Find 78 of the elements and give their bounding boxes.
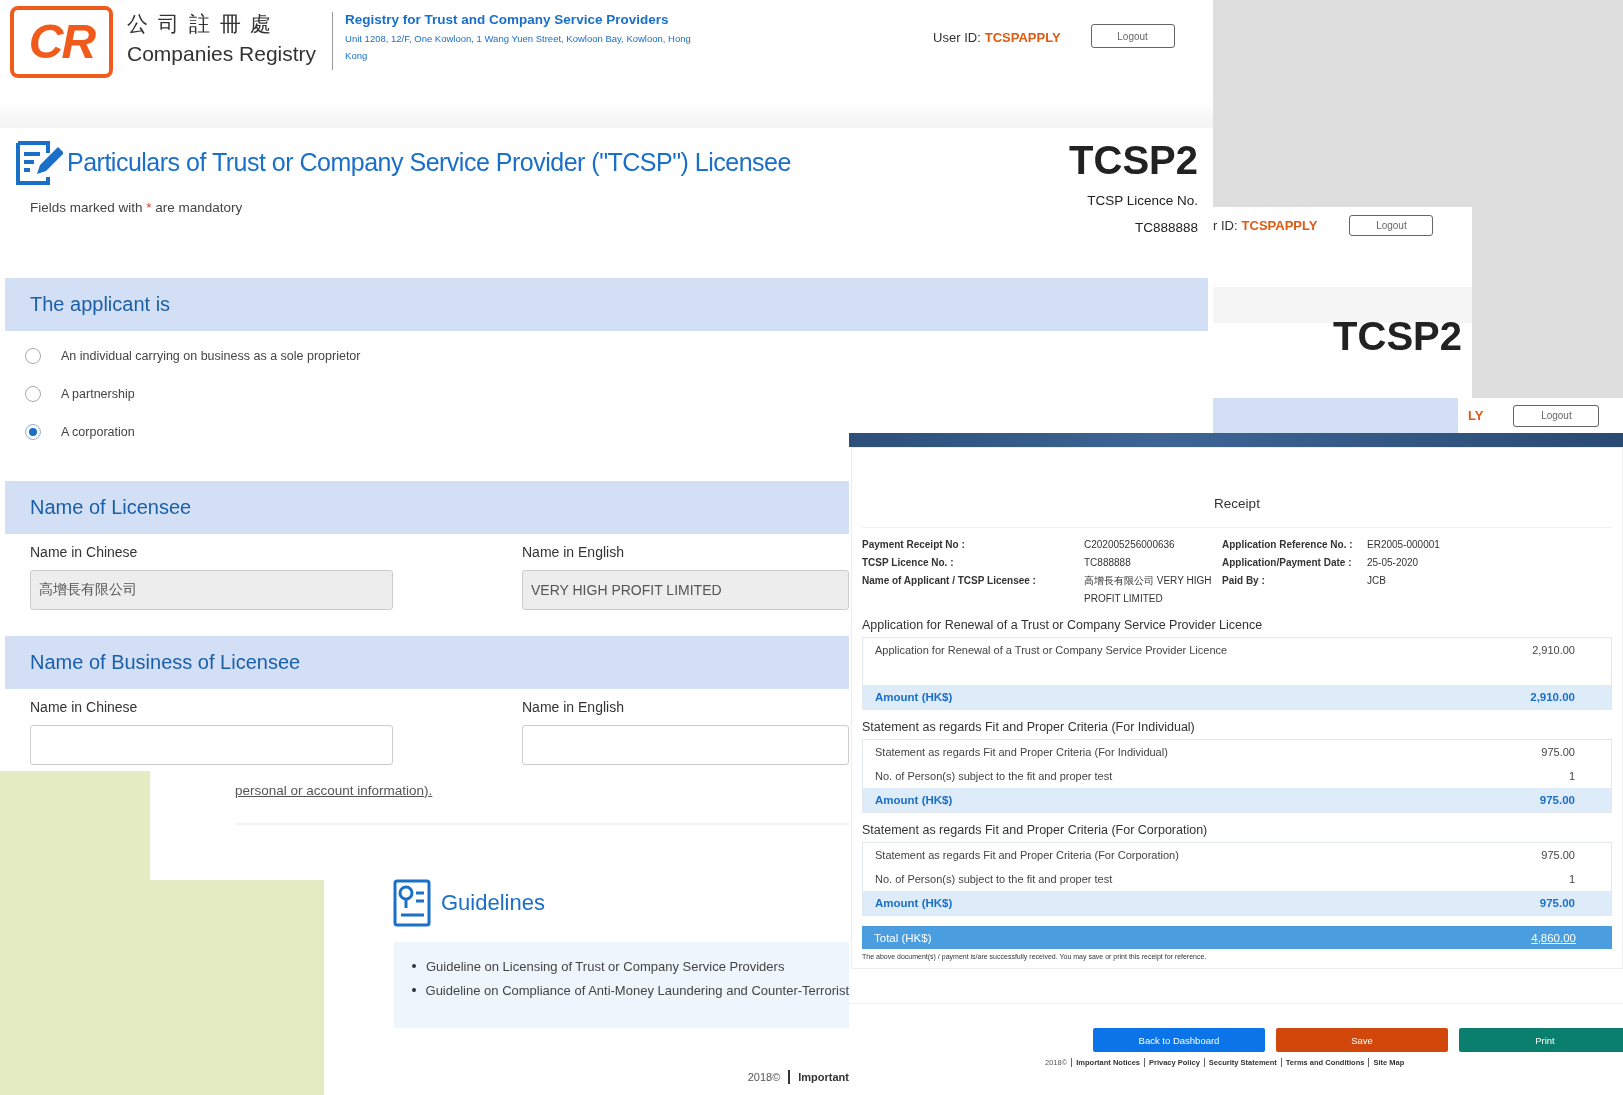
fee-value: 975.00 — [1541, 849, 1575, 861]
detail-label: Name of Applicant / TCSP Licensee : — [862, 574, 1037, 588]
detail-value: 25-05-2020 — [1367, 556, 1419, 570]
action-button[interactable]: Save — [1276, 1028, 1448, 1052]
input-field[interactable] — [30, 725, 393, 765]
field-label: Name in Chinese — [30, 544, 139, 560]
detail-value: ER2005-000001 — [1367, 538, 1440, 552]
logo: CR — [10, 6, 113, 78]
detail-value: TC888888 — [1084, 556, 1132, 570]
licence-number: TC888888 — [1134, 220, 1198, 235]
page-title: Particulars of Trust or Company Service Provider ("TCSP") Licensee — [67, 147, 791, 177]
amount-value: 975.00 — [1539, 794, 1575, 806]
section-header: The applicant is — [5, 278, 1208, 331]
fee-value: 975.00 — [1541, 746, 1575, 758]
address: Unit 1208, 12/F, One Kowloon, 1 Wang Yuen Street, Kowloon Bay, Kowloon, Hong Kong — [345, 32, 692, 63]
receipt-title: Receipt — [1214, 496, 1260, 511]
bullet-icon — [412, 988, 416, 992]
fee-section-title: Statement as regards Fit and Proper Criteria (For Individual) — [862, 720, 1196, 734]
detail-label: TCSP Licence No. : — [862, 556, 955, 570]
radio-label[interactable]: An individual carrying on business as a sole proprietor — [61, 349, 361, 363]
fee-item: Statement as regards Fit and Proper Criteria (For Corporation) — [875, 849, 1179, 861]
detail-label: Application/Payment Date : — [1222, 556, 1353, 570]
user-id: TCSPAPPLY — [984, 30, 1061, 45]
detail-label: Paid By : — [1222, 574, 1266, 588]
radio-label[interactable]: A partnership — [61, 387, 135, 401]
user-id-label: r ID: — [1213, 217, 1238, 233]
section-header: Name of Business of Licensee — [5, 636, 849, 689]
form-code: TCSP2 — [1333, 314, 1462, 359]
form-edit-icon — [15, 138, 63, 186]
fee-item: Application for Renewal of a Trust or Company Service Provider Licence — [875, 644, 1228, 656]
fee-value: 1 — [1568, 873, 1575, 885]
input-field[interactable] — [522, 725, 849, 765]
amount-label: Amount (HK$) — [875, 897, 953, 909]
field-label: Name in Chinese — [30, 699, 139, 715]
fee-item: Statement as regards Fit and Proper Criteria (For Individual) — [875, 746, 1168, 758]
detail-value: JCB — [1367, 574, 1386, 588]
field-label: Name in English — [522, 699, 625, 715]
amount-value: 2,910.00 — [1530, 691, 1575, 703]
org-name-chinese: 公 司 註 冊 處 — [127, 11, 275, 37]
detail-label: Payment Receipt No : — [862, 538, 966, 552]
fee-value: 2,910.00 — [1532, 644, 1575, 656]
amount-label: Amount (HK$) — [875, 794, 953, 806]
detail-label: Application Reference No. : — [1222, 538, 1354, 552]
fee-section-title: Statement as regards Fit and Proper Criteria (For Corporation) — [862, 823, 1209, 837]
licence-label: TCSP Licence No. — [1087, 193, 1198, 208]
logout-button[interactable]: Logout — [1349, 214, 1434, 236]
fee-item: No. of Person(s) subject to the fit and proper test — [875, 770, 1113, 782]
field-label: Name in English — [522, 544, 625, 560]
amount-label: Amount (HK$) — [875, 691, 953, 703]
org-name: Companies Registry — [127, 42, 317, 66]
copyright: 2018© — [747, 1071, 781, 1083]
user-id: LY — [1468, 408, 1484, 423]
footer-link[interactable]: Important — [798, 1071, 849, 1083]
section-header: Name of Licensee — [5, 481, 849, 534]
fee-value: 1 — [1568, 770, 1575, 782]
notice-link[interactable]: personal or account information). — [235, 783, 433, 798]
detail-value: 高增長有限公司 VERY HIGH PROFIT LIMITED — [1084, 574, 1213, 606]
amount-value: 975.00 — [1539, 897, 1575, 909]
total-label: Total (HK$) — [874, 931, 932, 944]
registry-title: Registry for Trust and Company Service Providers — [345, 12, 670, 27]
guideline-link[interactable]: Guideline on Licensing of Trust or Company Service Providers — [426, 958, 785, 974]
logout-button[interactable]: Logout — [1513, 404, 1600, 427]
form-code: TCSP2 — [1069, 138, 1198, 183]
user-id-label: User ID: — [933, 30, 981, 45]
action-button[interactable]: Back to Dashboard — [1093, 1028, 1265, 1052]
radio-label[interactable]: A corporation — [61, 425, 135, 439]
bullet-icon — [412, 964, 416, 968]
logout-button[interactable]: Logout — [1090, 24, 1175, 48]
guideline-link[interactable]: Guideline on Compliance of Anti-Money Laundering and Counter-Terrorist — [425, 982, 849, 998]
document-magnifier-icon — [393, 879, 431, 927]
detail-value: C202005256000636 — [1084, 538, 1176, 552]
action-button[interactable]: Print — [1459, 1028, 1623, 1052]
guidelines-title: Guidelines — [441, 890, 545, 916]
total-value: 4,860.00 — [1531, 931, 1576, 944]
fee-section-title: Application for Renewal of a Trust or Company Service Provider Licence — [862, 618, 1264, 632]
mandatory-note: Fields marked with * are mandatory — [30, 200, 244, 215]
user-id: TCSPAPPLY — [1241, 217, 1318, 233]
fee-item: No. of Person(s) subject to the fit and proper test — [875, 873, 1113, 885]
